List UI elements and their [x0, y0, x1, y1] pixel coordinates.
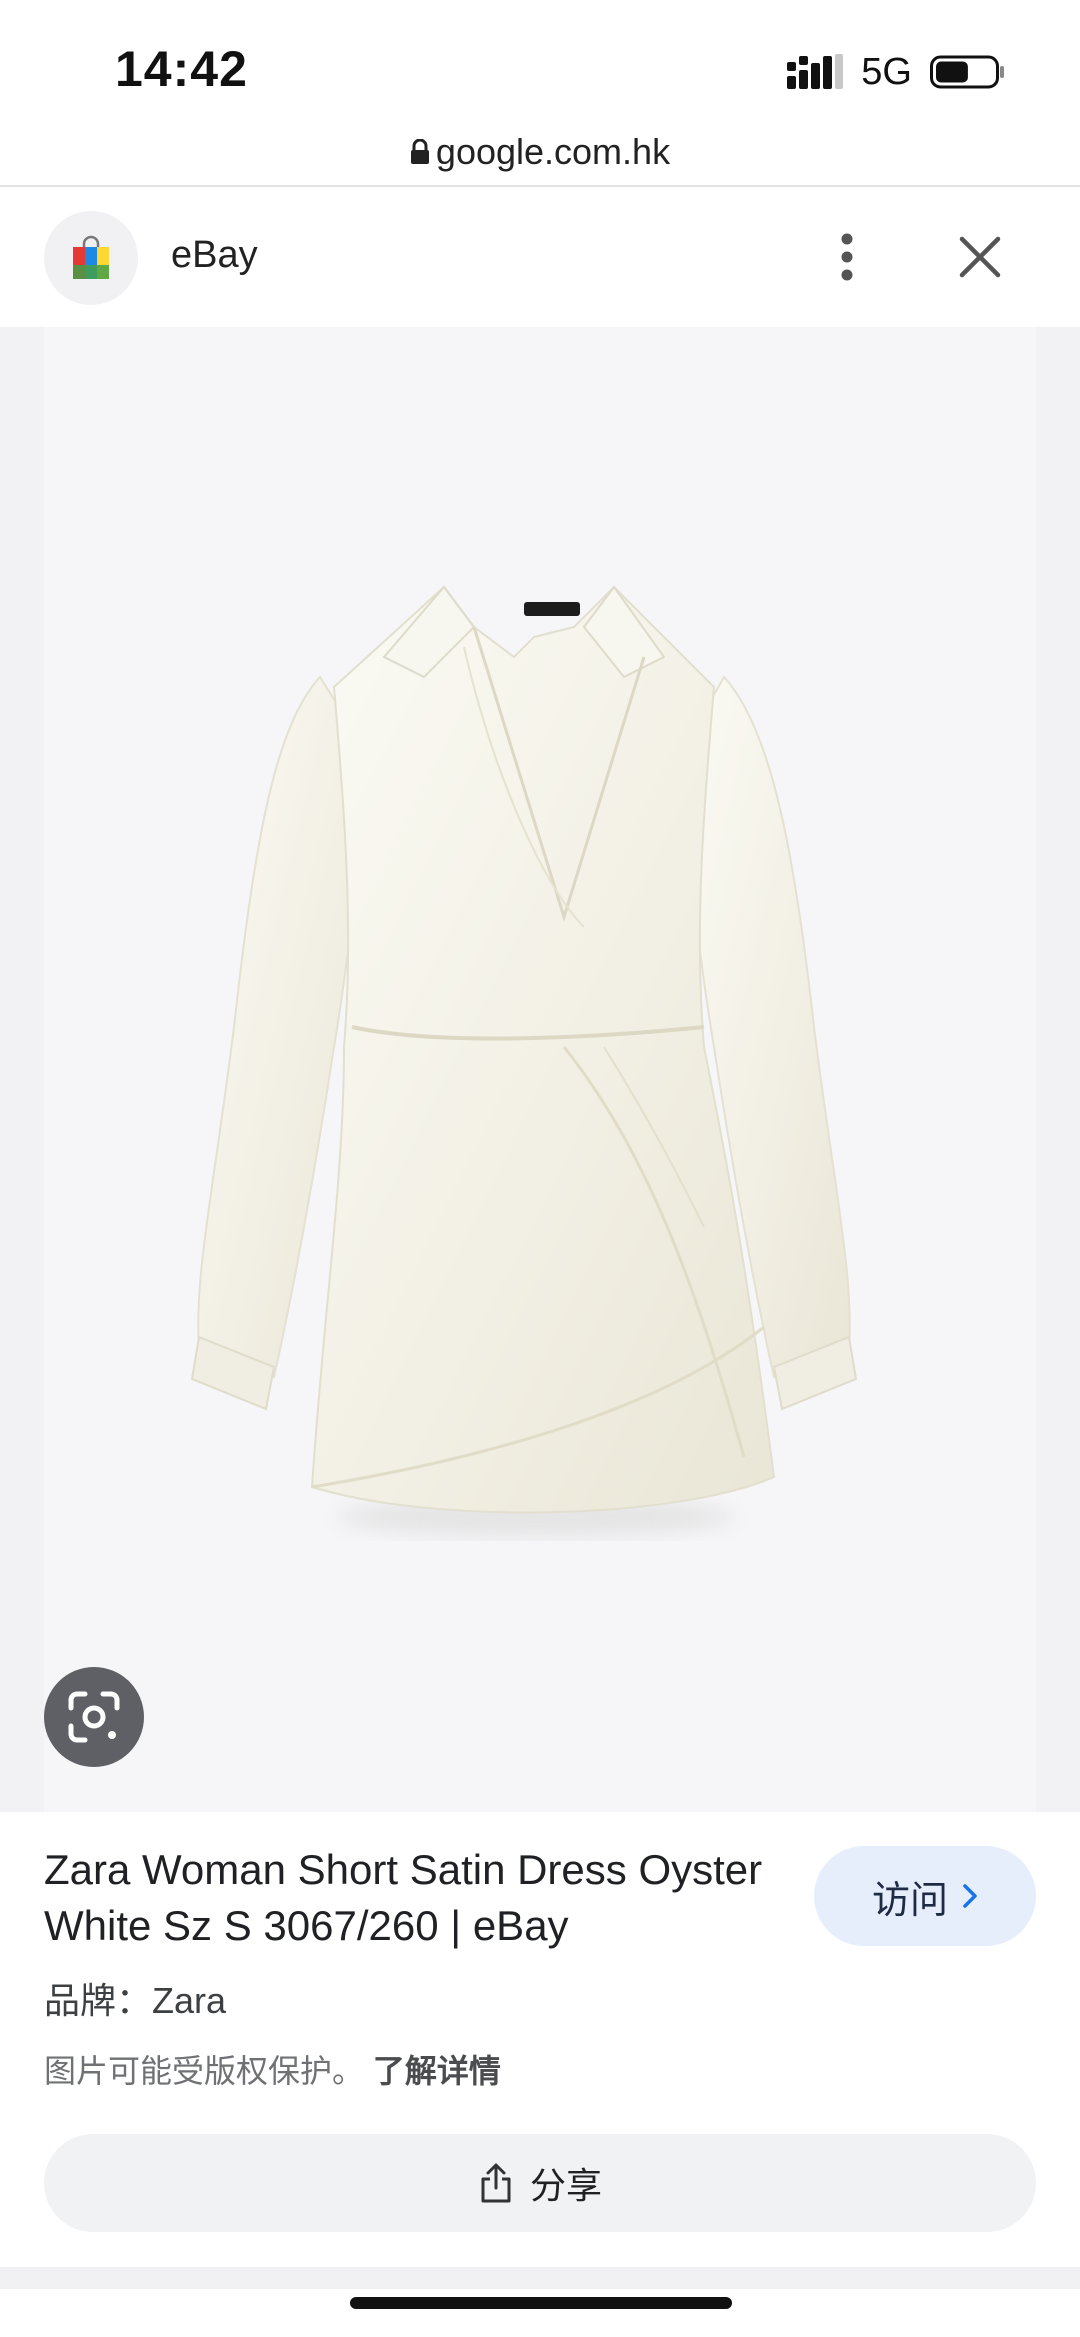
status-bar: 14:42 5G — [0, 0, 1080, 132]
more-options-button[interactable] — [822, 217, 872, 297]
source-name[interactable]: eBay — [171, 234, 258, 277]
close-icon — [959, 236, 1001, 278]
battery-icon — [930, 55, 1004, 89]
more-vert-icon — [841, 233, 853, 281]
share-button[interactable]: 分享 — [44, 2134, 1036, 2232]
bottom-strip — [0, 2267, 1080, 2289]
signal-icon — [787, 54, 844, 89]
google-lens-icon — [68, 1691, 120, 1743]
shopping-bag-icon — [73, 235, 109, 279]
learn-more-link[interactable]: 了解详情 — [373, 2053, 501, 2089]
lock-icon — [410, 139, 429, 164]
image-result-page: 14:42 5G google.com.hk eBay Zara Woman S… — [0, 0, 1080, 2337]
share-label: 分享 — [529, 2165, 602, 2206]
visit-label: 访问 — [871, 1879, 948, 1922]
copyright-text: 图片可能受版权保护。 — [44, 2053, 365, 2089]
chevron-right-icon — [963, 1884, 977, 1908]
source-header: eBay — [0, 187, 1080, 327]
url-text: google.com.hk — [435, 131, 671, 172]
url-bar[interactable]: google.com.hk — [0, 118, 1080, 186]
copyright-notice: 图片可能受版权保护。 了解详情 — [44, 2046, 501, 2092]
product-image[interactable] — [44, 327, 1036, 1812]
visit-button[interactable]: 访问 — [814, 1846, 1036, 1946]
result-info-panel: Zara Woman Short Satin Dress Oyster Whit… — [0, 1812, 1080, 2267]
source-logo — [44, 211, 138, 305]
status-time: 14:42 — [115, 41, 248, 97]
image-viewer[interactable] — [0, 327, 1080, 1812]
product-title[interactable]: Zara Woman Short Satin Dress Oyster Whit… — [44, 1842, 784, 1954]
network-label: 5G — [861, 50, 912, 93]
brand-line: 品牌：Zara — [44, 1972, 226, 2024]
google-lens-button[interactable] — [44, 1667, 144, 1767]
brand-value: Zara — [152, 1980, 227, 2021]
home-indicator[interactable] — [350, 2297, 732, 2309]
close-button[interactable] — [950, 227, 1010, 287]
status-indicators: 5G — [787, 50, 1006, 93]
share-icon — [481, 2163, 511, 2203]
brand-label: 品牌： — [44, 1980, 153, 2021]
image-frame — [44, 327, 1036, 1812]
